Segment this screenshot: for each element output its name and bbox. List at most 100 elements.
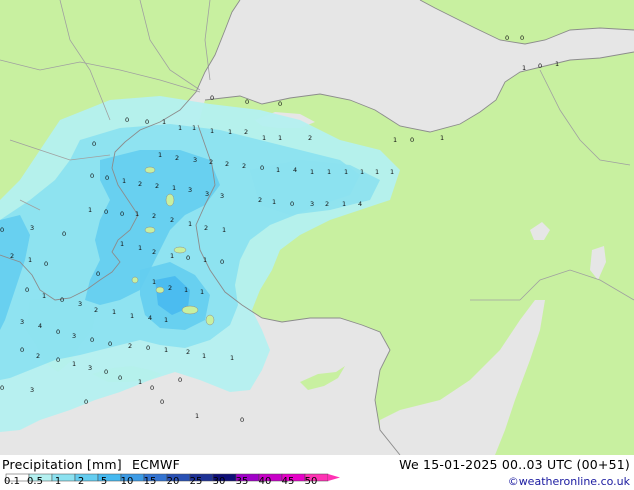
precip-value: 1 [152, 278, 156, 286]
precip-value: 1 [164, 316, 168, 324]
precip-value: 1 [375, 168, 379, 176]
precip-value: 3 [30, 224, 34, 232]
precip-value: 1 [138, 244, 142, 252]
precip-value: 1 [440, 134, 444, 142]
precip-value: 1 [230, 354, 234, 362]
precip-value: 1 [178, 124, 182, 132]
precip-value: 0 [0, 226, 4, 234]
precip-value: 0 [56, 328, 60, 336]
legend-label: 2 [77, 476, 85, 487]
precip-value: 0 [290, 200, 294, 208]
precip-value: 0 [260, 164, 264, 172]
precip-value: 3 [72, 332, 76, 340]
precip-value: 2 [242, 162, 246, 170]
precip-value: 0 [118, 374, 122, 382]
precip-value: 0 [90, 172, 94, 180]
precip-value: 3 [78, 300, 82, 308]
precip-value: 2 [186, 348, 190, 356]
precip-value: 1 [28, 256, 32, 264]
precip-value: 1 [42, 292, 46, 300]
precip-value: 1 [228, 128, 232, 136]
precip-value: 0 [245, 98, 249, 106]
precip-value: 1 [195, 412, 199, 420]
precip-value: 1 [138, 378, 142, 386]
legend-label: 1 [54, 476, 62, 487]
precip-value: 1 [88, 206, 92, 214]
precip-value: 0 [44, 260, 48, 268]
legend-label: 5 [100, 476, 108, 487]
precip-value: 1 [158, 151, 162, 159]
precip-value: 0 [20, 346, 24, 354]
precip-value: 0 [25, 286, 29, 294]
precip-value: 4 [293, 166, 297, 174]
precip-value: 0 [146, 344, 150, 352]
precip-value: 2 [175, 154, 179, 162]
precip-value: 3 [30, 386, 34, 394]
precip-value: 0 [145, 118, 149, 126]
precip-value: 2 [155, 182, 159, 190]
precip-value: 1 [310, 168, 314, 176]
precip-value: 1 [272, 198, 276, 206]
precip-value: 2 [168, 284, 172, 292]
footer-bar: Precipitation [mm] ECMWF We 15-01-2025 0… [0, 455, 634, 490]
precip-value: 4 [38, 322, 42, 330]
precip-value: 0 [90, 336, 94, 344]
precip-value: 0 [186, 254, 190, 262]
legend-arrow [328, 474, 340, 481]
precip-value: 0 [0, 384, 4, 392]
precip-value: 0 [150, 384, 154, 392]
legend-label: 0.5 [27, 476, 43, 487]
precip-value: 1 [344, 168, 348, 176]
precip-value: 1 [390, 168, 394, 176]
precip-value: 1 [172, 184, 176, 192]
precip-value: 1 [203, 256, 207, 264]
legend-label: 0.1 [4, 476, 20, 487]
precip-value: 1 [210, 127, 214, 135]
precip-value: 0 [60, 296, 64, 304]
precip-value: 0 [178, 376, 182, 384]
precip-value: 2 [36, 352, 40, 360]
precip-value: 1 [555, 60, 559, 68]
precip-value: 1 [164, 346, 168, 354]
precip-value: 1 [278, 134, 282, 142]
precip-value: 1 [327, 168, 331, 176]
precip-value: 1 [184, 286, 188, 294]
precip-value: 4 [148, 314, 152, 322]
precip-value: 1 [393, 136, 397, 144]
precip-value: 2 [10, 252, 14, 260]
precip-value: 1 [135, 210, 139, 218]
precip-value: 0 [96, 270, 100, 278]
legend-label: 40 [258, 476, 272, 487]
precip-value: 0 [92, 140, 96, 148]
precip-value: 0 [520, 34, 524, 42]
legend-label: 15 [143, 476, 157, 487]
legend-label: 25 [189, 476, 203, 487]
precip-value: 0 [104, 208, 108, 216]
precip-value: 2 [152, 212, 156, 220]
precip-value: 0 [120, 210, 124, 218]
precip-value: 1 [112, 308, 116, 316]
precip-value: 1 [192, 124, 196, 132]
precip-value: 1 [122, 177, 126, 185]
precip-value: 1 [262, 134, 266, 142]
precip-value: 0 [108, 340, 112, 348]
legend-label: 10 [120, 476, 134, 487]
precip-value: 1 [222, 226, 226, 234]
precip-value: 0 [220, 258, 224, 266]
precip-value: 2 [204, 224, 208, 232]
valid-time: We 15-01-2025 00..03 UTC (00+51) [399, 457, 630, 472]
precip-value: 0 [125, 116, 129, 124]
precip-value: 2 [128, 342, 132, 350]
precip-value: 0 [240, 416, 244, 424]
precip-value: 3 [193, 156, 197, 164]
precip-value: 0 [56, 356, 60, 364]
precip-value: 1 [200, 288, 204, 296]
precip-value: 3 [220, 192, 224, 200]
precip-value: 0 [505, 34, 509, 42]
precip-value: 1 [170, 252, 174, 260]
precip-value: 4 [358, 200, 362, 208]
precip-value: 1 [202, 352, 206, 360]
precip-value: 2 [258, 196, 262, 204]
precip-value: 1 [342, 200, 346, 208]
precip-value: 2 [225, 160, 229, 168]
